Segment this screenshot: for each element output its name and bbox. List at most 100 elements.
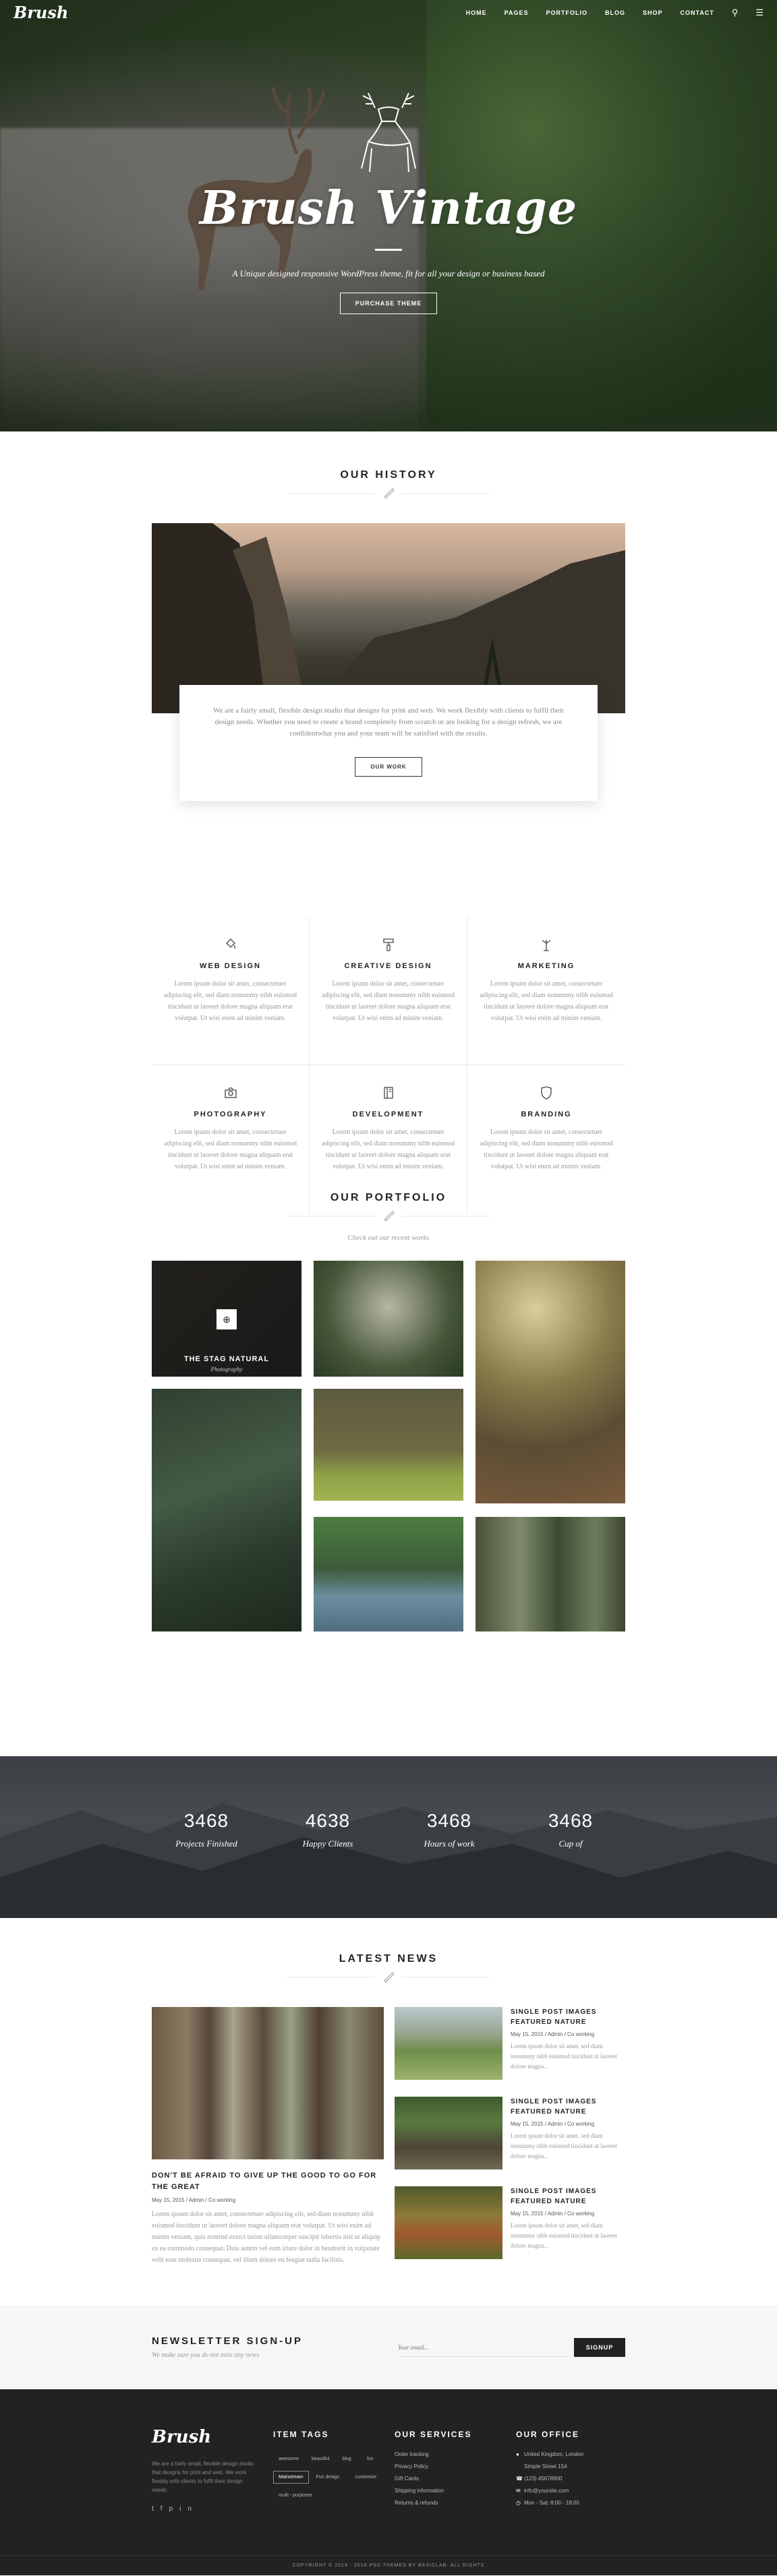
portfolio-item-pines[interactable]	[152, 1389, 301, 1631]
counter-label: Happy Clients	[302, 1838, 353, 1849]
post-excerpt: Lorem ipsum dolor sit amet, sed diam non…	[511, 2043, 617, 2070]
nav-contact[interactable]: CONTACT	[680, 9, 714, 16]
portfolio-item-forest[interactable]	[476, 1517, 625, 1631]
counter-label: Hours of work	[424, 1838, 475, 1849]
office-address: ● United Kingdom, London	[516, 2451, 583, 2457]
post-text: SINGLE POST IMAGES FEATURED NATURE May 1…	[511, 2097, 625, 2161]
featured-post[interactable]: DON'T BE AFRAID TO GIVE UP THE GOOD TO G…	[152, 2007, 384, 2266]
tag[interactable]: blog	[337, 2453, 356, 2465]
facebook-icon[interactable]: f	[161, 2505, 169, 2513]
portfolio-item-deer-meadow[interactable]	[314, 1389, 463, 1501]
nav-portfolio[interactable]: PORTFOLIO	[546, 9, 587, 16]
post-excerpt: Lorem ipsum dolor sit amet, sed diam non…	[511, 2132, 617, 2159]
footer-tags: ITEM TAGS awesome beautiful blog fox Mainst…	[273, 2430, 384, 2506]
post-excerpt: Lorem ipsum dolor sit amet, sed diam non…	[511, 2222, 617, 2249]
newsletter-email-input[interactable]	[398, 2338, 567, 2357]
post-item[interactable]: SINGLE POST IMAGES FEATURED NATURE May 1…	[395, 2007, 625, 2080]
copyright: COPYRIGHT © 2014 - 2016 PSD THEMES BY BA…	[0, 2555, 777, 2575]
portfolio-section: OUR PORTFOLIO Check out our recent works…	[0, 1187, 777, 1756]
nav-pages[interactable]: PAGES	[505, 9, 529, 16]
tag[interactable]: multi - purposes	[273, 2489, 318, 2502]
service-item: WEB DESIGN Lorem ipsum dolor sit amet, c…	[152, 917, 310, 1065]
counter-label: Projects Finished	[175, 1838, 237, 1849]
footer-link[interactable]: Order tracking	[395, 2451, 471, 2457]
service-title: WEB DESIGN	[200, 962, 261, 970]
post-thumbnail[interactable]	[395, 2186, 502, 2259]
counter-number: 3468	[426, 1810, 472, 1831]
tag[interactable]: awesome	[273, 2453, 304, 2465]
nav-home[interactable]: HOME	[466, 9, 487, 16]
pen-divider-icon	[287, 1972, 490, 1983]
post-title[interactable]: SINGLE POST IMAGES FEATURED NATURE	[511, 2097, 625, 2117]
twitter-icon[interactable]: t	[152, 2505, 161, 2513]
counter-hours: 3468 Hours of work	[395, 1810, 503, 1849]
footer-services: OUR SERVICES Order tracking Privacy Poli…	[395, 2430, 471, 2512]
counter-number: 4638	[305, 1810, 351, 1831]
footer-link[interactable]: Privacy Policy	[395, 2463, 471, 2469]
header-logo[interactable]: Brush	[13, 3, 68, 22]
service-title: PHOTOGRAPHY	[194, 1110, 267, 1118]
footer-office: OUR OFFICE ● United Kingdom, London Simpl…	[516, 2430, 583, 2512]
post-title[interactable]: SINGLE POST IMAGES FEATURED NATURE	[511, 2007, 625, 2027]
history-section: OUR HISTORY We are a fairly small, flexi…	[0, 431, 777, 843]
portfolio-heading: OUR PORTFOLIO	[0, 1192, 777, 1222]
featured-post-title[interactable]: DON'T BE AFRAID TO GIVE UP THE GOOD TO G…	[152, 2170, 384, 2193]
footer-link[interactable]: Gift Cards	[395, 2476, 471, 2482]
nav-shop[interactable]: SHOP	[643, 9, 663, 16]
portfolio-item-featured[interactable]: ⊕ THE STAG NATURAL Photography	[152, 1261, 301, 1377]
our-work-button[interactable]: OUR WORK	[355, 757, 422, 777]
purchase-theme-button[interactable]: PURCHASE THEME	[339, 293, 438, 314]
service-title: BRANDING	[521, 1110, 572, 1118]
tag[interactable]: beautiful	[306, 2453, 335, 2465]
office-hours: ◷ Mon - Sat: 8:00 - 18:00	[516, 2500, 583, 2506]
footer-logo[interactable]: Brush	[152, 2427, 211, 2447]
service-text: Lorem ipsum dolor sit amet, consectetuer…	[164, 1129, 297, 1170]
featured-post-image[interactable]	[152, 2007, 384, 2159]
map-pin-icon: ●	[516, 2451, 519, 2457]
tag[interactable]: Fun design	[311, 2471, 345, 2484]
nav-blog[interactable]: BLOG	[605, 9, 625, 16]
megaphone-icon	[542, 940, 551, 951]
post-text: SINGLE POST IMAGES FEATURED NATURE May 1…	[511, 2186, 625, 2251]
post-item[interactable]: SINGLE POST IMAGES FEATURED NATURE May 1…	[395, 2097, 625, 2169]
footer-about: We are a fairly small, flexible design s…	[152, 2461, 254, 2493]
history-card: We are a fairly small, flexible design s…	[179, 685, 598, 801]
history-text: We are a fairly small, flexible design s…	[212, 707, 565, 738]
shield-icon	[541, 1086, 552, 1100]
zoom-icon[interactable]: ⊕	[217, 1309, 237, 1329]
hero-tagline: A Unique designed responsive WordPress t…	[232, 268, 545, 278]
tag-active[interactable]: Mainstream	[273, 2471, 309, 2484]
office-street: Simple Street 154	[516, 2463, 583, 2469]
hero-content: Brush Vintage A Unique designed responsi…	[0, 88, 777, 314]
stag-emblem-icon	[361, 92, 416, 173]
social-links: tfpin	[152, 2505, 198, 2513]
paint-bucket-icon	[225, 938, 235, 949]
office-city: United Kingdom, London	[524, 2451, 584, 2457]
search-icon[interactable]: ⚲	[732, 7, 739, 18]
pinterest-icon[interactable]: p	[169, 2505, 180, 2513]
linkedin-icon[interactable]: in	[179, 2505, 198, 2513]
mail-icon: ✉	[516, 2488, 521, 2494]
history-title: OUR HISTORY	[340, 469, 437, 481]
tag[interactable]: customize	[350, 2471, 382, 2484]
service-text: Lorem ipsum dolor sit amet, consectetuer…	[164, 980, 297, 1022]
hamburger-icon[interactable]: ☰	[755, 7, 764, 18]
counters-section: 3468 Projects Finished 4638 Happy Client…	[0, 1756, 777, 1918]
footer-link[interactable]: Returns & refunds	[395, 2500, 471, 2506]
portfolio-item-fawn[interactable]	[476, 1261, 625, 1503]
office-email-text[interactable]: info@yoursite.com	[524, 2488, 569, 2494]
newsletter-title: NEWSLETTER SIGN-UP	[152, 2335, 304, 2347]
portfolio-item-moose[interactable]	[314, 1517, 463, 1631]
office-email: ✉ info@yoursite.com	[516, 2488, 583, 2494]
mountain-background-image	[0, 1803, 777, 1918]
post-thumbnail[interactable]	[395, 2007, 502, 2080]
post-meta: May 15, 2015 / Admin / Co working	[152, 2197, 236, 2203]
footer-link[interactable]: Shipping information	[395, 2488, 471, 2494]
portfolio-item-stag[interactable]	[314, 1261, 463, 1377]
service-item: CREATIVE DESIGN Lorem ipsum dolor sit am…	[310, 917, 467, 1065]
post-thumbnail[interactable]	[395, 2097, 502, 2169]
post-item[interactable]: SINGLE POST IMAGES FEATURED NATURE May 1…	[395, 2186, 625, 2259]
signup-button[interactable]: SIGNUP	[574, 2338, 625, 2357]
tag[interactable]: fox	[362, 2453, 378, 2465]
post-title[interactable]: SINGLE POST IMAGES FEATURED NATURE	[511, 2186, 625, 2207]
